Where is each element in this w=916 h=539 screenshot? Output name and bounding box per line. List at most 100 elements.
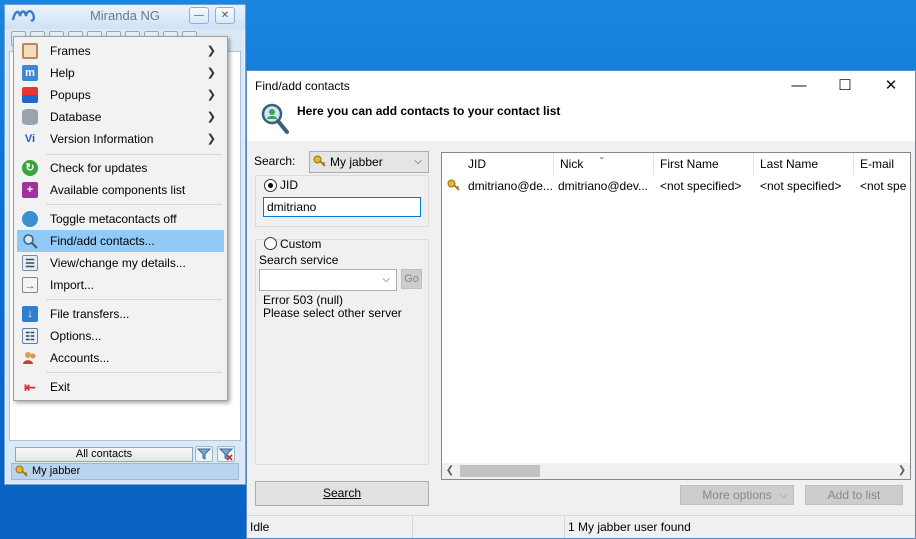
menu-separator [46,372,222,373]
submenu-arrow-icon: ❯ [206,67,216,79]
menu-item-label: Toggle metacontacts off [50,212,177,226]
miranda-help-icon: m [22,65,38,81]
frames-icon [22,43,38,59]
jid-radio[interactable] [264,179,277,192]
import-icon: → [22,277,38,293]
menu-item-label: Options... [50,329,102,343]
menu-item-label: Exit [50,380,71,394]
column-header-jid[interactable]: JID [462,153,554,175]
column-header-email[interactable]: E-mail [854,153,910,175]
jid-input[interactable]: dmitriano [263,197,421,217]
status-state: Idle [247,516,413,538]
metacontacts-icon [22,211,38,227]
search-label: Search: [254,154,296,168]
menu-item-popups[interactable]: Popups ❯ [17,84,224,106]
submenu-arrow-icon: ❯ [206,89,216,101]
exit-icon: ⇤ [24,379,36,395]
add-to-list-button[interactable]: Add to list [805,485,903,505]
menu-item-label: Database [50,110,102,124]
account-status-bar[interactable]: My jabber [11,463,239,480]
menu-item-label: File transfers... [50,307,130,321]
menu-item-import[interactable]: → Import... [17,274,224,296]
menu-item-label: Find/add contacts... [50,234,155,248]
more-options-button[interactable]: More options ⌵ [680,485,794,505]
menu-separator [46,154,222,155]
dialog-header: Here you can add contacts to your contac… [247,101,915,141]
filter-icon[interactable] [195,446,213,462]
components-icon: + [22,182,38,198]
jid-label: JID [280,178,298,192]
find-contacts-icon [22,233,38,249]
menu-separator [46,204,222,205]
chevron-down-icon: ⌵ [414,156,422,167]
minimize-button[interactable]: — [776,71,822,101]
menu-item-label: Available components list [50,183,186,197]
menu-item-frames[interactable]: Frames ❯ [17,40,224,62]
search-service-select[interactable]: ⌵ [259,269,397,291]
menu-item-options[interactable]: ☷ Options... [17,325,224,347]
status-account-label: My jabber [32,465,81,477]
accounts-icon [22,350,38,366]
maximize-button[interactable]: ☐ [822,71,868,101]
menu-item-exit[interactable]: ⇤ Exit [17,376,224,398]
results-list[interactable]: JID Nick ⌄ First Name Last Name E-mail d… [441,152,911,480]
update-icon: ↻ [22,160,38,176]
scrollbar-thumb[interactable] [460,465,540,477]
menu-item-check-for-updates[interactable]: ↻ Check for updates [17,157,224,179]
menu-separator [46,299,222,300]
dialog-status-bar: Idle 1 My jabber user found [247,515,915,538]
search-button[interactable]: Search [255,481,429,506]
close-button[interactable]: ✕ [868,71,914,101]
column-header-nick[interactable]: Nick ⌄ [554,153,654,175]
miranda-minimize-button[interactable]: — [189,7,209,24]
column-header-last-name[interactable]: Last Name [754,153,854,175]
results-header: JID Nick ⌄ First Name Last Name E-mail [442,153,910,175]
menu-item-label: Check for updates [50,161,148,175]
key-icon [447,179,460,191]
more-options-label: More options [702,488,772,502]
miranda-title: Miranda NG [89,8,161,23]
horizontal-scrollbar[interactable]: ❮ ❯ [442,463,910,479]
all-contacts-button[interactable]: All contacts [15,447,193,462]
cell-last-name: <not specified> [760,179,842,193]
scroll-left-icon[interactable]: ❮ [442,463,458,479]
menu-item-database[interactable]: Database ❯ [17,106,224,128]
menu-item-label: Frames [50,44,91,58]
search-button-label: Search [322,486,362,500]
custom-radio[interactable] [264,237,277,250]
menu-item-available-components[interactable]: + Available components list [17,179,224,201]
error-message: Error 503 (null) [263,293,344,307]
column-header-first-name[interactable]: First Name [654,153,754,175]
menu-item-find-add-contacts[interactable]: Find/add contacts... [17,230,224,252]
file-transfer-icon: ↓ [22,306,38,322]
menu-item-label: Popups [50,88,91,102]
menu-item-label: Accounts... [50,351,110,365]
go-button[interactable]: Go [401,269,422,289]
dialog-title: Find/add contacts [255,79,350,93]
status-middle [413,516,565,538]
menu-item-toggle-metacontacts[interactable]: Toggle metacontacts off [17,208,224,230]
menu-item-file-transfers[interactable]: ↓ File transfers... [17,303,224,325]
menu-item-label: Import... [50,278,95,292]
menu-item-version-information[interactable]: Vi Version Information ❯ [17,128,224,150]
custom-label: Custom [280,237,322,251]
submenu-arrow-icon: ❯ [206,133,216,145]
scroll-right-icon[interactable]: ❯ [894,463,910,479]
search-account-select[interactable]: My jabber ⌵ [309,151,429,173]
miranda-close-button[interactable]: ✕ [215,7,235,24]
menu-item-help[interactable]: m Help ❯ [17,62,224,84]
find-add-contacts-dialog: Find/add contacts — ☐ ✕ Here you can add… [246,70,916,539]
main-menu: Frames ❯ m Help ❯ Popups ❯ Database ❯ Vi… [13,36,228,401]
popups-icon [22,87,38,103]
cell-jid: dmitriano@de... [468,179,553,193]
table-row[interactable]: dmitriano@de... dmitriano@dev... <not sp… [442,175,910,197]
chevron-down-icon: ⌵ [382,274,390,285]
my-details-icon: ☰ [22,255,38,271]
clear-filter-icon[interactable] [217,446,235,462]
menu-item-label: Help [50,66,75,80]
menu-item-accounts[interactable]: Accounts... [17,347,224,369]
cell-nick: dmitriano@dev... [558,179,648,193]
menu-item-view-change-details[interactable]: ☰ View/change my details... [17,252,224,274]
version-info-icon: Vi [24,133,36,145]
miranda-title-bar: Miranda NG — ✕ [5,5,245,29]
